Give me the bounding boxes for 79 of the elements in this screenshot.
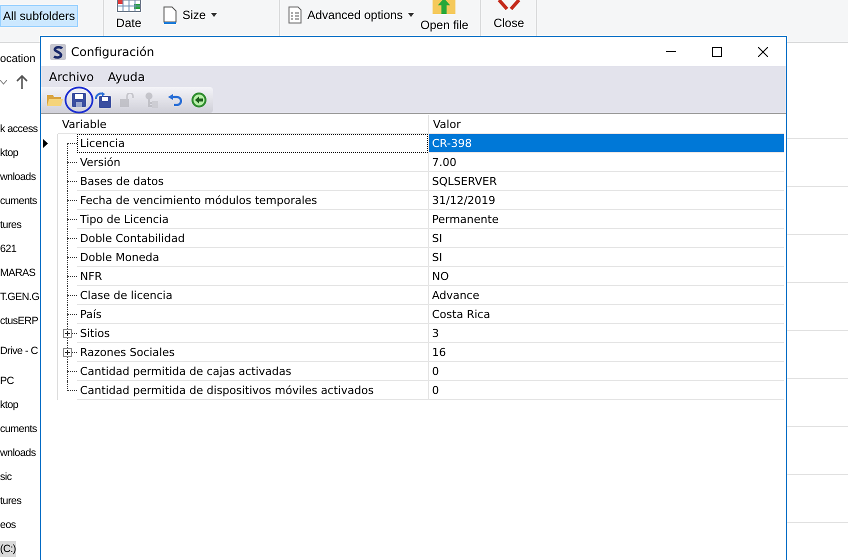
nav-item[interactable]: cuments [0, 421, 37, 437]
nav-item[interactable]: cuments [0, 193, 37, 209]
nav-item[interactable]: Drive - C [0, 343, 38, 359]
nav-item[interactable]: sic [0, 469, 12, 485]
variable-cell[interactable]: Razones Sociales [77, 343, 428, 362]
padlock-icon [120, 93, 134, 107]
value-cell[interactable]: Costa Rica [428, 305, 784, 324]
circle-annotation [64, 86, 94, 114]
nav-item[interactable]: ktop [0, 397, 18, 413]
value-cell[interactable]: 0 [428, 381, 784, 400]
location-label: ocation [0, 53, 36, 67]
variable-cell[interactable]: NFR [77, 267, 428, 286]
maximize-icon [712, 46, 722, 56]
variable-cell[interactable]: País [77, 305, 428, 324]
nav-item[interactable]: ctusERP [0, 313, 38, 329]
variable-cell[interactable]: Cantidad permitida de cajas activadas [77, 362, 428, 381]
nav-item[interactable]: T.GEN.G [0, 289, 39, 305]
value-cell[interactable]: 3 [428, 324, 784, 343]
app-logo-icon [50, 44, 66, 60]
nav-item[interactable]: tures [0, 493, 22, 509]
caret-icon [210, 13, 217, 17]
close-icon [496, 0, 521, 12]
size-dropdown[interactable]: Size [163, 6, 217, 24]
caret-icon [408, 13, 414, 17]
nav-item[interactable]: 621 [0, 241, 16, 257]
save-reload-button[interactable] [92, 89, 114, 111]
variable-cell[interactable]: Fecha de vencimiento módulos temporales [77, 191, 428, 210]
up-arrow-icon[interactable] [16, 75, 28, 89]
variable-cell[interactable]: Bases de datos [77, 172, 428, 191]
variable-cell[interactable]: Licencia [77, 134, 428, 153]
expand-icon[interactable] [63, 348, 72, 357]
value-cell[interactable]: SQLSERVER [428, 172, 784, 191]
close-icon [758, 46, 768, 56]
all-subfolders-button[interactable]: All subfolders [0, 5, 78, 27]
nav-item[interactable]: MARAS [0, 265, 36, 281]
nav-item[interactable]: ktop [0, 145, 18, 161]
value-cell[interactable]: 16 [428, 343, 784, 362]
variable-cell[interactable]: Sitios [77, 324, 428, 343]
variable-cell[interactable]: Versión [77, 153, 428, 172]
nav-item[interactable]: k access [0, 121, 38, 137]
nav-item[interactable]: wnloads [0, 445, 36, 461]
value-cell[interactable]: Advance [428, 286, 784, 305]
expand-icon[interactable] [63, 329, 72, 338]
variable-cell[interactable]: Clase de licencia [77, 286, 428, 305]
value-cell[interactable]: Permanente [428, 210, 784, 229]
minimize-icon [666, 51, 676, 52]
date-button[interactable]: Date [112, 0, 146, 30]
undo-icon [168, 94, 182, 106]
advanced-options-dropdown[interactable]: Advanced options [288, 6, 414, 24]
value-cell[interactable]: 0 [428, 362, 784, 381]
close-button[interactable]: Close [489, 0, 528, 30]
nav-item[interactable]: tures [0, 217, 22, 233]
value-cell[interactable]: SI [428, 229, 784, 248]
variable-cell[interactable]: Doble Moneda [77, 248, 428, 267]
nav-item[interactable]: wnloads [0, 169, 36, 185]
circle-arrow-icon [191, 92, 207, 108]
floppy-disk-arrow-icon [95, 92, 111, 108]
value-cell[interactable]: SI [428, 248, 784, 267]
key-icon [144, 92, 158, 108]
menu-item[interactable]: Archivo [49, 70, 94, 84]
menu-item[interactable]: Ayuda [108, 70, 145, 84]
open-file-button[interactable]: Open file [416, 0, 472, 32]
nav-item[interactable]: PC [0, 373, 14, 389]
nav-item[interactable]: eos [0, 517, 16, 533]
value-cell[interactable]: NO [428, 267, 784, 286]
variable-cell[interactable]: Doble Contabilidad [77, 229, 428, 248]
variable-cell[interactable]: Cantidad permitida de dispositivos móviles activados [77, 381, 428, 400]
list-icon [288, 6, 302, 24]
column-header[interactable]: Variable [58, 115, 428, 134]
current-row-icon [43, 139, 48, 148]
document-icon [163, 6, 178, 24]
value-cell[interactable]: CR-398 [428, 134, 784, 153]
window-title: Configuración [71, 44, 154, 58]
chevron-down-icon[interactable] [0, 80, 7, 84]
folder-icon [47, 93, 63, 107]
variable-cell[interactable]: Tipo de Licencia [77, 210, 428, 229]
nav-item[interactable]: (C:) [0, 541, 16, 557]
value-cell[interactable]: 7.00 [428, 153, 784, 172]
value-cell[interactable]: 31/12/2019 [428, 191, 784, 210]
